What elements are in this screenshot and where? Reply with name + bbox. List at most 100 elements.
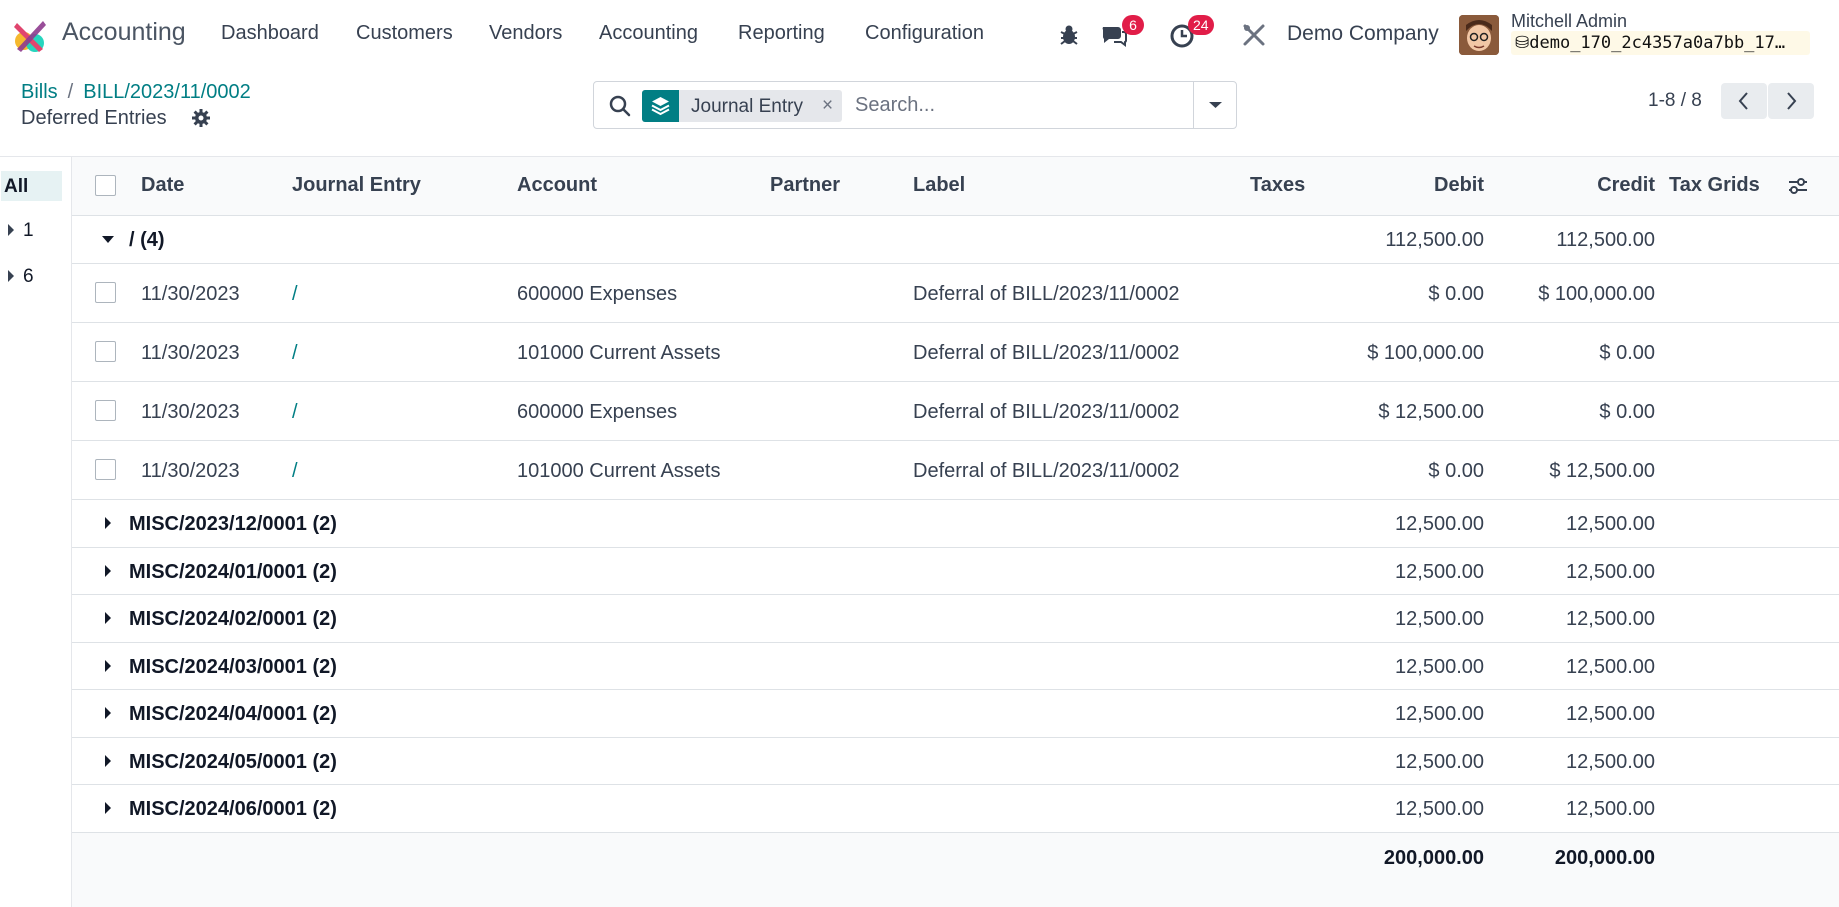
- group-credit-total: 12,500.00: [1566, 608, 1655, 630]
- page-title: Deferred Entries: [21, 107, 167, 129]
- table-row[interactable]: 11/30/2023 / 101000 Current Assets Defer…: [72, 323, 1839, 382]
- search-input[interactable]: [853, 89, 1183, 121]
- table-row[interactable]: 11/30/2023 / 600000 Expenses Deferral of…: [72, 382, 1839, 441]
- tools-icon[interactable]: [1240, 21, 1268, 49]
- pager-value[interactable]: 1-8 / 8: [1648, 90, 1702, 112]
- row-journal-entry-link[interactable]: /: [292, 283, 298, 306]
- row-journal-entry-link[interactable]: /: [292, 342, 298, 365]
- caret-down-icon: [1209, 102, 1222, 108]
- select-all-checkbox[interactable]: [95, 175, 116, 196]
- caret-right-icon: [105, 755, 111, 767]
- row-checkbox[interactable]: [95, 282, 116, 303]
- row-account: 600000 Expenses: [517, 283, 678, 305]
- debug-bug-icon[interactable]: [1055, 21, 1083, 49]
- activities-count-badge: 24: [1188, 15, 1214, 35]
- group-credit-total: 12,500.00: [1566, 513, 1655, 535]
- column-header-tax-grids[interactable]: Tax Grids: [1669, 174, 1760, 197]
- group-debit-total: 12,500.00: [1395, 656, 1484, 678]
- table-row[interactable]: 11/30/2023 / 101000 Current Assets Defer…: [72, 441, 1839, 500]
- company-switcher[interactable]: Demo Company: [1287, 22, 1439, 46]
- group-name: MISC/2024/02/0001 (2): [129, 608, 337, 630]
- row-journal-entry-link[interactable]: /: [292, 401, 298, 424]
- menu-accounting[interactable]: Accounting: [599, 22, 698, 45]
- menu-customers[interactable]: Customers: [356, 22, 453, 45]
- row-date: 11/30/2023: [141, 401, 240, 423]
- database-label: demo_170_2c4357a0a7bb_17…: [1529, 33, 1786, 53]
- search-facet-groupby[interactable]: Journal Entry ×: [642, 90, 842, 122]
- group-row[interactable]: MISC/2024/02/0001 (2) 12,500.00 12,500.0…: [72, 595, 1839, 643]
- row-checkbox[interactable]: [95, 341, 116, 362]
- column-header-journal-entry[interactable]: Journal Entry: [292, 174, 421, 197]
- column-header-credit[interactable]: Credit: [1522, 174, 1655, 197]
- row-journal-entry-link[interactable]: /: [292, 460, 298, 483]
- group-credit-total: 112,500.00: [1556, 229, 1655, 251]
- searchpanel-item-6[interactable]: 6: [8, 266, 34, 288]
- table-header: Date Journal Entry Account Partner Label…: [72, 157, 1839, 216]
- caret-right-icon: [105, 660, 111, 672]
- group-row[interactable]: MISC/2024/04/0001 (2) 12,500.00 12,500.0…: [72, 690, 1839, 738]
- group-row[interactable]: MISC/2024/01/0001 (2) 12,500.00 12,500.0…: [72, 548, 1839, 595]
- searchpanel-item-label: 6: [23, 266, 34, 287]
- column-header-label[interactable]: Label: [913, 174, 965, 197]
- breadcrumb-bill-record[interactable]: BILL/2023/11/0002: [83, 81, 251, 103]
- column-header-taxes[interactable]: Taxes: [1250, 174, 1305, 197]
- search-panel: All 1 6: [0, 157, 72, 907]
- database-name: ⛁demo_170_2c4357a0a7bb_17…: [1511, 31, 1810, 55]
- row-credit: $ 100,000.00: [1538, 283, 1655, 305]
- group-row-open[interactable]: / (4) 112,500.00 112,500.00: [72, 216, 1839, 264]
- menu-configuration[interactable]: Configuration: [865, 22, 984, 45]
- caret-right-icon: [105, 802, 111, 814]
- user-name[interactable]: Mitchell Admin: [1511, 11, 1627, 32]
- footer-credit-total: 200,000.00: [1554, 847, 1655, 869]
- group-row[interactable]: MISC/2023/12/0001 (2) 12,500.00 12,500.0…: [72, 500, 1839, 548]
- group-name: MISC/2024/03/0001 (2): [129, 656, 337, 678]
- search-options-toggle[interactable]: [1193, 82, 1236, 128]
- row-checkbox[interactable]: [95, 459, 116, 480]
- group-row[interactable]: MISC/2024/03/0001 (2) 12,500.00 12,500.0…: [72, 643, 1839, 690]
- group-credit-total: 12,500.00: [1566, 703, 1655, 725]
- group-debit-total: 12,500.00: [1395, 798, 1484, 820]
- group-credit-total: 12,500.00: [1566, 751, 1655, 773]
- user-avatar[interactable]: [1459, 15, 1499, 55]
- group-name: MISC/2024/06/0001 (2): [129, 798, 337, 820]
- row-checkbox[interactable]: [95, 400, 116, 421]
- facet-remove-icon[interactable]: ×: [822, 95, 833, 117]
- row-date: 11/30/2023: [141, 283, 240, 305]
- accounting-app-icon[interactable]: [13, 19, 47, 53]
- group-row[interactable]: MISC/2024/05/0001 (2) 12,500.00 12,500.0…: [72, 738, 1839, 785]
- messages-count-badge: 6: [1122, 15, 1144, 35]
- row-label: Deferral of BILL/2023/11/0002: [913, 401, 1180, 423]
- group-debit-total: 12,500.00: [1395, 703, 1484, 725]
- breadcrumb-separator: /: [67, 81, 74, 103]
- searchpanel-item-all[interactable]: All: [1, 171, 62, 201]
- caret-right-icon: [105, 565, 111, 577]
- menu-reporting[interactable]: Reporting: [738, 22, 825, 45]
- column-header-date[interactable]: Date: [141, 174, 184, 197]
- column-header-partner[interactable]: Partner: [770, 174, 840, 197]
- group-name: MISC/2023/12/0001 (2): [129, 513, 337, 535]
- group-credit-total: 12,500.00: [1566, 561, 1655, 583]
- row-credit: $ 0.00: [1599, 342, 1655, 364]
- searchpanel-item-label: 1: [23, 220, 34, 241]
- group-name: MISC/2024/01/0001 (2): [129, 561, 337, 583]
- pager-next-button[interactable]: [1768, 83, 1814, 119]
- breadcrumb-bills[interactable]: Bills: [21, 81, 58, 103]
- gear-icon[interactable]: [191, 108, 211, 128]
- searchpanel-item-1[interactable]: 1: [8, 220, 34, 242]
- group-credit-total: 12,500.00: [1566, 798, 1655, 820]
- optional-columns-icon[interactable]: [1787, 175, 1809, 197]
- main-navbar: Accounting Dashboard Customers Vendors A…: [0, 0, 1839, 70]
- column-header-account[interactable]: Account: [517, 174, 597, 197]
- menu-dashboard[interactable]: Dashboard: [221, 22, 319, 45]
- caret-right-icon: [105, 707, 111, 719]
- group-name: MISC/2024/04/0001 (2): [129, 703, 337, 725]
- search-icon[interactable]: [608, 94, 632, 118]
- table-row[interactable]: 11/30/2023 / 600000 Expenses Deferral of…: [72, 264, 1839, 323]
- pager-previous-button[interactable]: [1721, 83, 1767, 119]
- group-debit-total: 12,500.00: [1395, 561, 1484, 583]
- group-row[interactable]: MISC/2024/06/0001 (2) 12,500.00 12,500.0…: [72, 785, 1839, 833]
- row-account: 600000 Expenses: [517, 401, 678, 423]
- column-header-debit[interactable]: Debit: [1352, 174, 1484, 197]
- app-name[interactable]: Accounting: [62, 18, 186, 47]
- menu-vendors[interactable]: Vendors: [489, 22, 562, 45]
